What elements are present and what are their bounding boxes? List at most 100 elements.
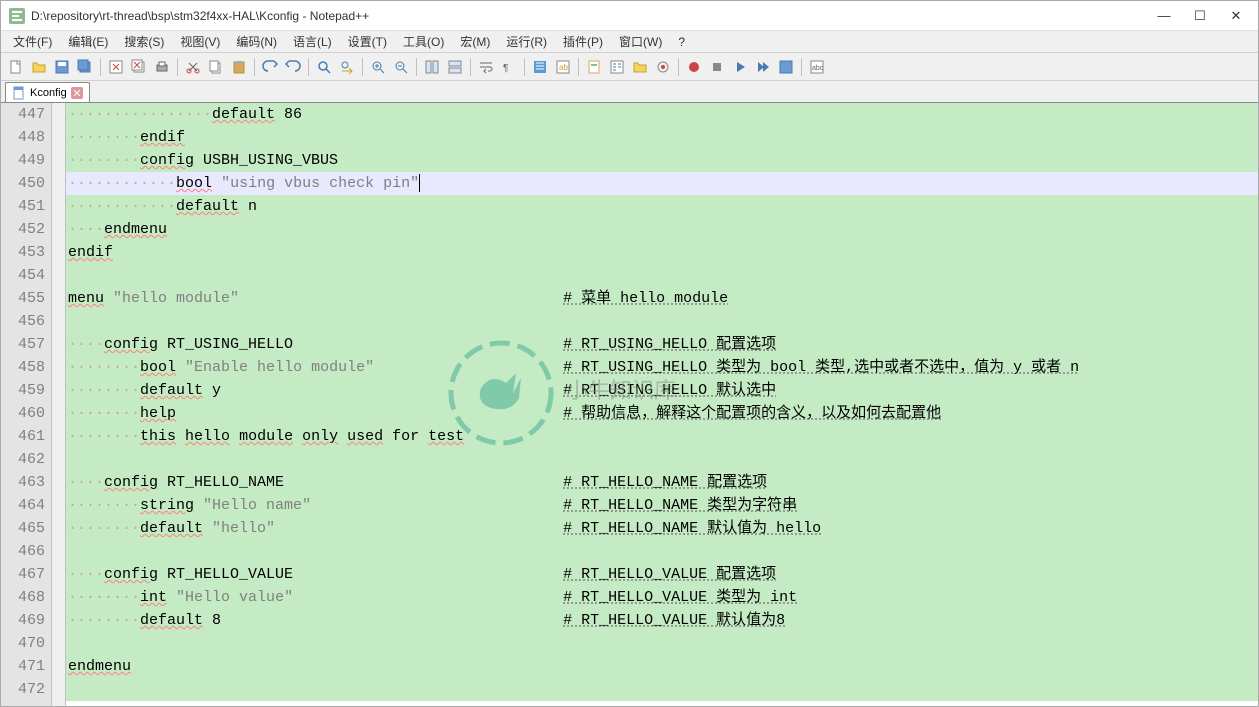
close-button[interactable]: ✕ [1222, 6, 1250, 26]
code-line[interactable]: ········default 8 # RT_HELLO_VALUE 默认值为8 [66, 609, 1258, 632]
folder-workspace-icon[interactable] [629, 56, 651, 78]
code-line[interactable] [66, 264, 1258, 287]
line-number[interactable]: 462 [1, 448, 45, 471]
copy-icon[interactable] [205, 56, 227, 78]
line-number[interactable]: 460 [1, 402, 45, 425]
replace-icon[interactable] [336, 56, 358, 78]
code-line[interactable]: ········config USBH_USING_VBUS [66, 149, 1258, 172]
titlebar[interactable]: D:\repository\rt-thread\bsp\stm32f4xx-HA… [1, 1, 1258, 31]
code-line[interactable]: ····config RT_HELLO_VALUE # RT_HELLO_VAL… [66, 563, 1258, 586]
indent-guide-icon[interactable] [529, 56, 551, 78]
line-number[interactable]: 450 [1, 172, 45, 195]
code-line[interactable] [66, 310, 1258, 333]
find-icon[interactable] [313, 56, 335, 78]
undo-icon[interactable] [259, 56, 281, 78]
menu-edit[interactable]: 编辑(E) [60, 31, 116, 52]
close-all-icon[interactable] [128, 56, 150, 78]
code-line[interactable]: endmenu [66, 655, 1258, 678]
wrap-icon[interactable] [475, 56, 497, 78]
menu-tools[interactable]: 工具(O) [395, 31, 452, 52]
menu-run[interactable]: 运行(R) [498, 31, 555, 52]
menu-settings[interactable]: 设置(T) [340, 31, 395, 52]
line-number[interactable]: 470 [1, 632, 45, 655]
func-list-icon[interactable] [606, 56, 628, 78]
save-all-icon[interactable] [74, 56, 96, 78]
line-number[interactable]: 471 [1, 655, 45, 678]
line-number[interactable]: 463 [1, 471, 45, 494]
line-number[interactable]: 472 [1, 678, 45, 701]
zoom-in-icon[interactable] [367, 56, 389, 78]
code-line[interactable]: ················default 86 [66, 103, 1258, 126]
line-number[interactable]: 464 [1, 494, 45, 517]
line-number[interactable]: 449 [1, 149, 45, 172]
code-line[interactable]: ········this hello module only used for … [66, 425, 1258, 448]
line-number[interactable]: 452 [1, 218, 45, 241]
line-number[interactable]: 453 [1, 241, 45, 264]
code-line[interactable]: ········string "Hello name" # RT_HELLO_N… [66, 494, 1258, 517]
save-icon[interactable] [51, 56, 73, 78]
menu-search[interactable]: 搜索(S) [116, 31, 172, 52]
maximize-button[interactable]: ☐ [1186, 6, 1214, 26]
code-line[interactable]: ········bool "Enable hello module" # RT_… [66, 356, 1258, 379]
show-all-icon[interactable]: ¶ [498, 56, 520, 78]
fold-column[interactable] [52, 103, 66, 706]
redo-icon[interactable] [282, 56, 304, 78]
open-file-icon[interactable] [28, 56, 50, 78]
doc-map-icon[interactable] [583, 56, 605, 78]
line-number[interactable]: 457 [1, 333, 45, 356]
menu-macro[interactable]: 宏(M) [452, 31, 498, 52]
code-line[interactable] [66, 632, 1258, 655]
code-line[interactable]: ········endif [66, 126, 1258, 149]
line-number[interactable]: 465 [1, 517, 45, 540]
line-number[interactable]: 456 [1, 310, 45, 333]
zoom-out-icon[interactable] [390, 56, 412, 78]
line-numbers[interactable]: 4474484494504514524534544554564574584594… [1, 103, 52, 706]
line-number[interactable]: 467 [1, 563, 45, 586]
spell-check-icon[interactable]: abc [806, 56, 828, 78]
line-number[interactable]: 454 [1, 264, 45, 287]
code-line[interactable]: menu "hello module" # 菜单 hello module [66, 287, 1258, 310]
code-line[interactable]: ········default "hello" # RT_HELLO_NAME … [66, 517, 1258, 540]
line-number[interactable]: 461 [1, 425, 45, 448]
sync-v-icon[interactable] [421, 56, 443, 78]
new-file-icon[interactable] [5, 56, 27, 78]
save-macro-icon[interactable] [775, 56, 797, 78]
line-number[interactable]: 466 [1, 540, 45, 563]
code-line[interactable]: ········help # 帮助信息，解释这个配置项的含义，以及如何去配置他 [66, 402, 1258, 425]
sync-h-icon[interactable] [444, 56, 466, 78]
cut-icon[interactable] [182, 56, 204, 78]
stop-icon[interactable] [706, 56, 728, 78]
menu-window[interactable]: 窗口(W) [611, 31, 670, 52]
tab-close-icon[interactable] [71, 87, 83, 99]
monitor-icon[interactable] [652, 56, 674, 78]
menu-help[interactable]: ? [670, 33, 693, 51]
line-number[interactable]: 459 [1, 379, 45, 402]
code-line[interactable] [66, 678, 1258, 701]
code-line[interactable]: ····config RT_HELLO_NAME # RT_HELLO_NAME… [66, 471, 1258, 494]
code-line[interactable]: ············default n [66, 195, 1258, 218]
code-line[interactable]: ········default y # RT_USING_HELLO 默认选中 [66, 379, 1258, 402]
print-icon[interactable] [151, 56, 173, 78]
menu-plugins[interactable]: 插件(P) [555, 31, 611, 52]
line-number[interactable]: 469 [1, 609, 45, 632]
play-icon[interactable] [729, 56, 751, 78]
play-multi-icon[interactable] [752, 56, 774, 78]
line-number[interactable]: 448 [1, 126, 45, 149]
code-line[interactable] [66, 540, 1258, 563]
record-icon[interactable] [683, 56, 705, 78]
line-number[interactable]: 447 [1, 103, 45, 126]
code-line[interactable]: ········int "Hello value" # RT_HELLO_VAL… [66, 586, 1258, 609]
tab-kconfig[interactable]: Kconfig [5, 82, 90, 102]
line-number[interactable]: 451 [1, 195, 45, 218]
paste-icon[interactable] [228, 56, 250, 78]
code-line[interactable] [66, 448, 1258, 471]
code-line[interactable]: ····endmenu [66, 218, 1258, 241]
line-number[interactable]: 468 [1, 586, 45, 609]
code-content[interactable]: ················default 86········endif·… [66, 103, 1258, 706]
code-line[interactable]: endif [66, 241, 1258, 264]
menu-file[interactable]: 文件(F) [5, 31, 60, 52]
line-number[interactable]: 455 [1, 287, 45, 310]
close-file-icon[interactable] [105, 56, 127, 78]
minimize-button[interactable]: — [1150, 6, 1178, 26]
menu-encoding[interactable]: 编码(N) [228, 31, 285, 52]
